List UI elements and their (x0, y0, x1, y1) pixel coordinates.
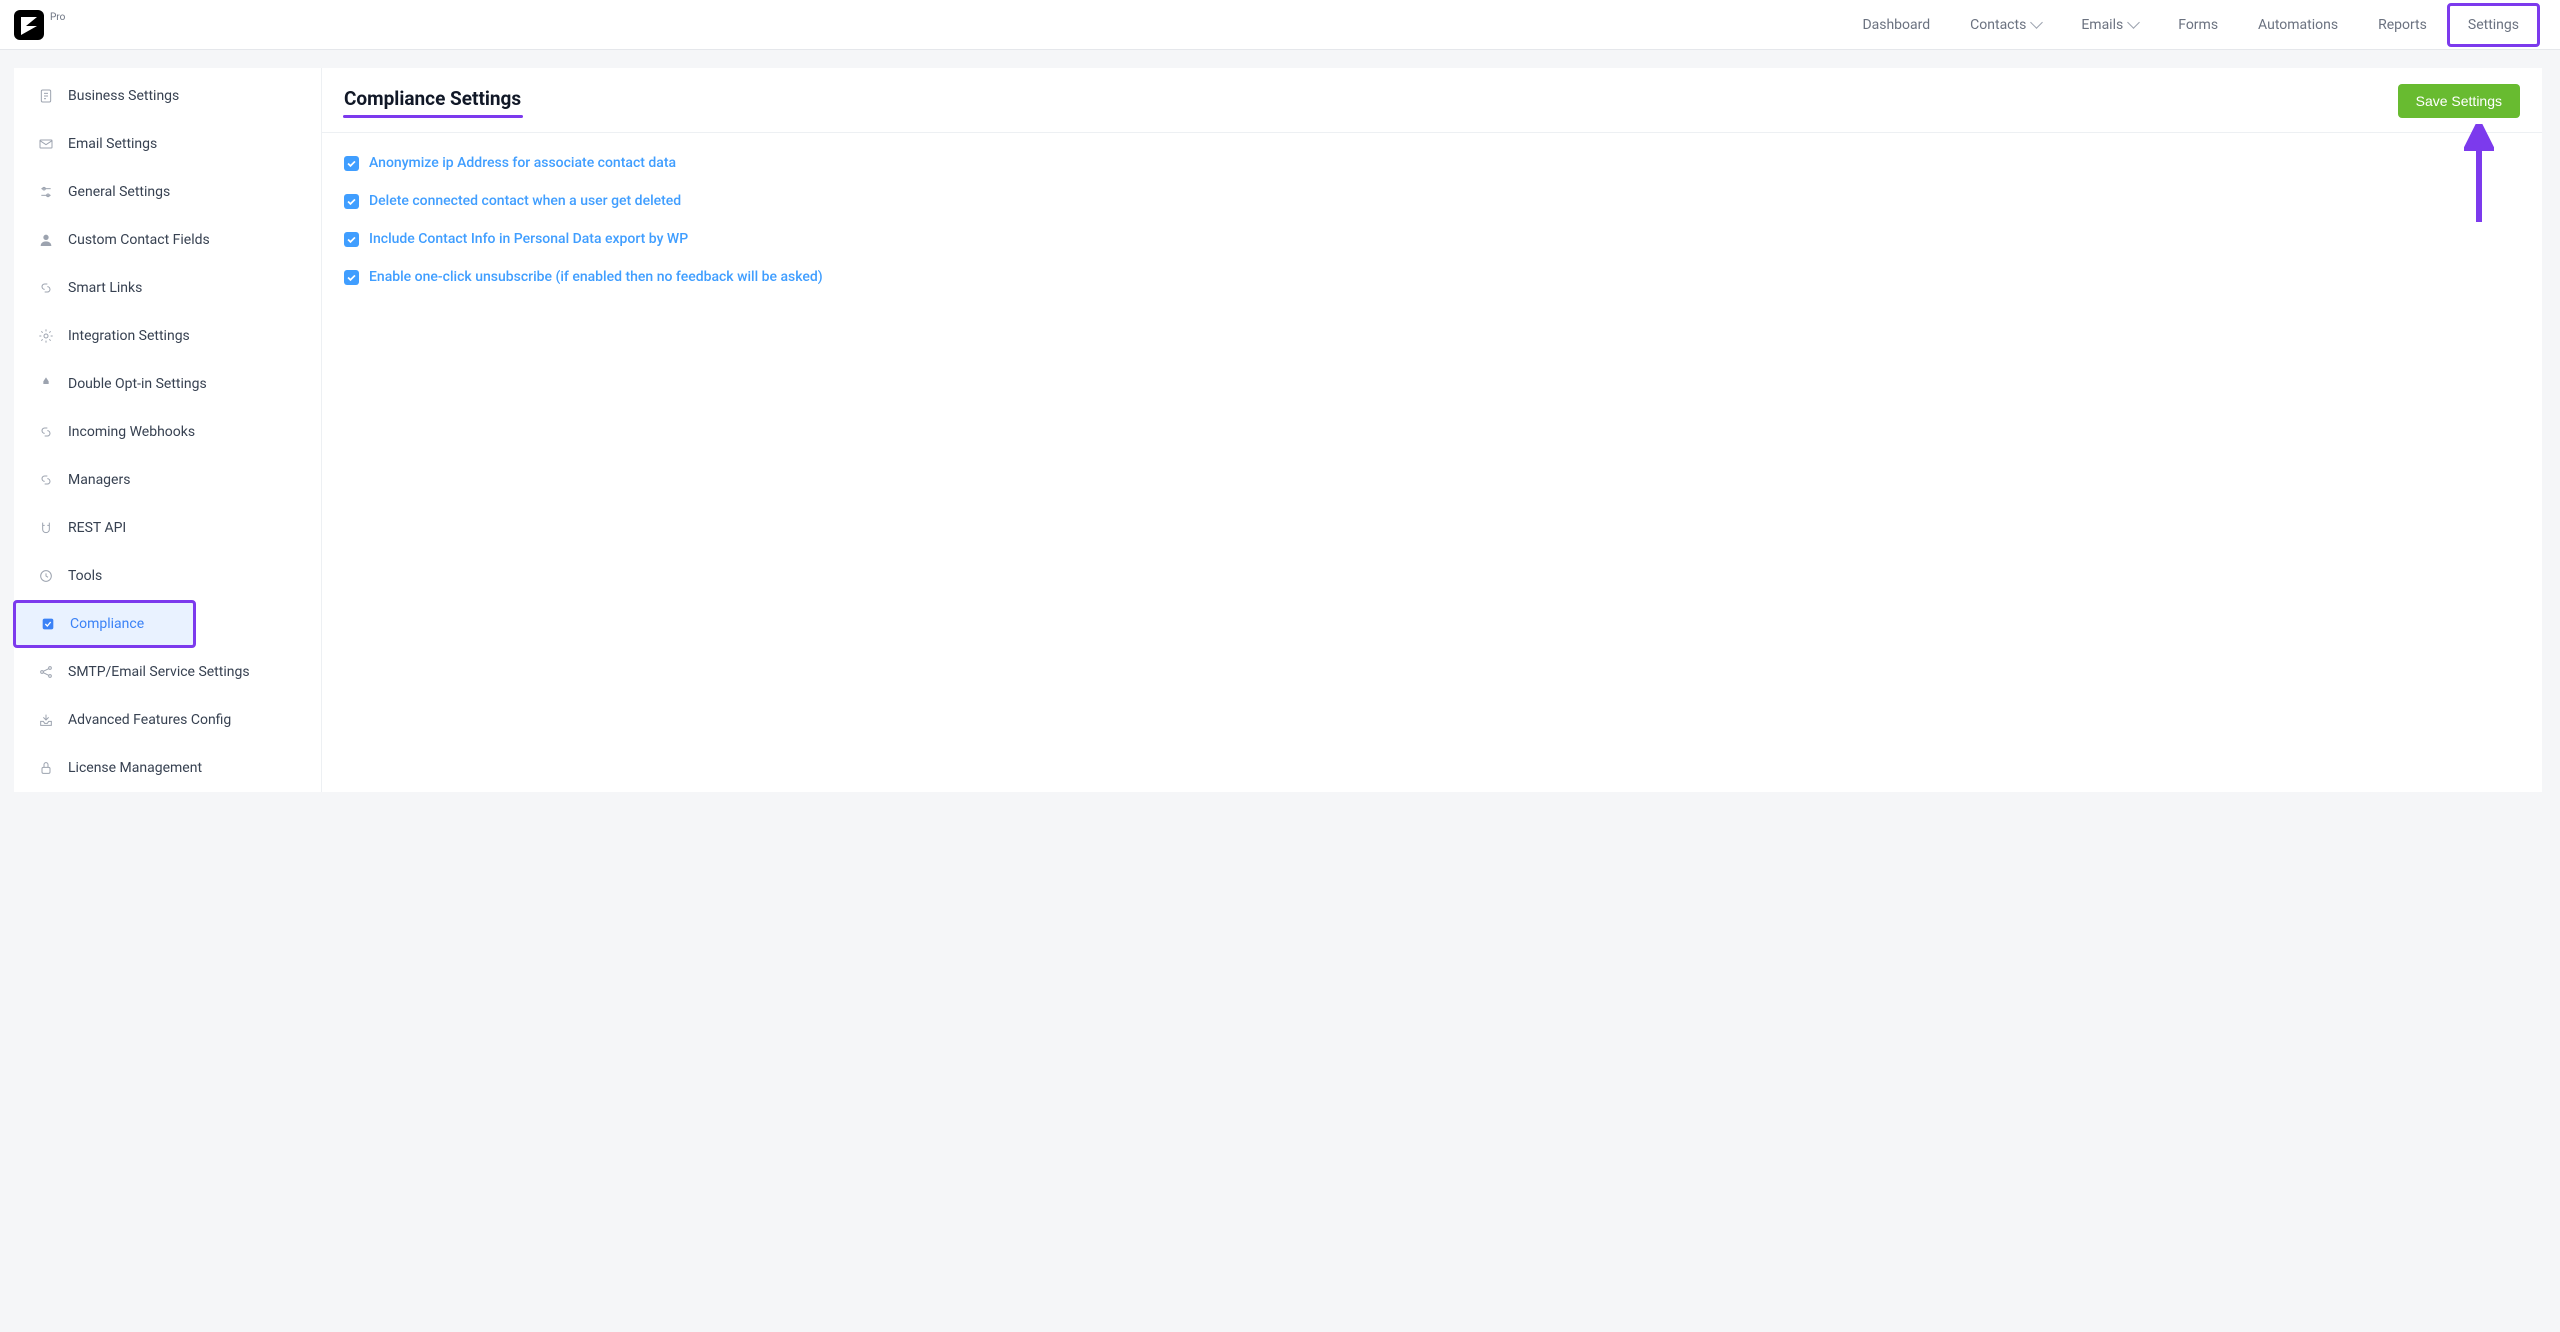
sidebar-item-general[interactable]: General Settings (14, 168, 321, 216)
sidebar-item-smart-links[interactable]: Smart Links (14, 264, 321, 312)
nav-emails[interactable]: Emails (2061, 0, 2158, 50)
save-settings-button[interactable]: Save Settings (2398, 84, 2520, 118)
sidebar-item-advanced[interactable]: Advanced Features Config (14, 696, 321, 744)
sidebar-item-double-optin[interactable]: Double Opt-in Settings (14, 360, 321, 408)
sidebar-item-label: Smart Links (68, 280, 142, 296)
user-icon (38, 232, 54, 248)
sidebar-item-incoming-webhooks[interactable]: Incoming Webhooks (14, 408, 321, 456)
app-logo-icon (14, 10, 44, 40)
inbox-icon (38, 712, 54, 728)
option-include-export[interactable]: Include Contact Info in Personal Data ex… (344, 231, 2520, 247)
checkbox-checked-icon[interactable] (344, 194, 359, 209)
sidebar-item-label: Managers (68, 472, 130, 488)
sidebar-item-label: Double Opt-in Settings (68, 376, 207, 392)
link-icon (38, 424, 54, 440)
sidebar-item-label: Advanced Features Config (68, 712, 231, 728)
sidebar-item-label: Integration Settings (68, 328, 190, 344)
option-label: Delete connected contact when a user get… (369, 193, 681, 209)
nav-reports[interactable]: Reports (2358, 0, 2447, 50)
option-delete-contact[interactable]: Delete connected contact when a user get… (344, 193, 2520, 209)
sidebar-item-label: Tools (68, 568, 102, 584)
content-header: Compliance Settings Save Settings (322, 68, 2542, 133)
top-nav: Dashboard Contacts Emails Forms Automati… (1842, 0, 2540, 50)
sidebar-item-label: Custom Contact Fields (68, 232, 210, 248)
chevron-down-icon (2030, 16, 2043, 29)
clock-icon (38, 568, 54, 584)
sidebar-item-label: License Management (68, 760, 202, 776)
option-label: Include Contact Info in Personal Data ex… (369, 231, 688, 247)
mail-icon (38, 136, 54, 152)
option-anonymize-ip[interactable]: Anonymize ip Address for associate conta… (344, 155, 2520, 171)
nav-automations[interactable]: Automations (2238, 0, 2358, 50)
sidebar-item-custom-fields[interactable]: Custom Contact Fields (14, 216, 321, 264)
pin-icon (38, 376, 54, 392)
page-title: Compliance Settings (344, 87, 521, 110)
gear-icon (38, 328, 54, 344)
checkbox-checked-icon[interactable] (344, 232, 359, 247)
sidebar-item-smtp[interactable]: SMTP/Email Service Settings (14, 648, 321, 696)
sidebar-item-label: General Settings (68, 184, 170, 200)
sidebar: Business Settings Email Settings General… (14, 68, 322, 792)
check-square-icon (40, 616, 56, 632)
sliders-icon (38, 184, 54, 200)
lock-icon (38, 760, 54, 776)
sidebar-item-tools[interactable]: Tools (14, 552, 321, 600)
options-list: Anonymize ip Address for associate conta… (322, 133, 2542, 329)
link-icon (38, 280, 54, 296)
share-icon (38, 664, 54, 680)
content: Compliance Settings Save Settings Anonym… (322, 68, 2542, 792)
top-bar: Pro Dashboard Contacts Emails Forms Auto… (0, 0, 2560, 50)
option-label: Anonymize ip Address for associate conta… (369, 155, 676, 171)
nav-contacts[interactable]: Contacts (1950, 0, 2061, 50)
sidebar-item-integration[interactable]: Integration Settings (14, 312, 321, 360)
sidebar-item-label: SMTP/Email Service Settings (68, 664, 250, 680)
sidebar-item-label: Business Settings (68, 88, 179, 104)
chevron-down-icon (2127, 16, 2140, 29)
nav-settings[interactable]: Settings (2447, 3, 2540, 47)
sidebar-item-label: REST API (68, 520, 126, 536)
page-title-wrap: Compliance Settings (344, 87, 521, 116)
sidebar-item-email[interactable]: Email Settings (14, 120, 321, 168)
sidebar-item-license[interactable]: License Management (14, 744, 321, 792)
sidebar-item-rest-api[interactable]: REST API (14, 504, 321, 552)
sidebar-item-managers[interactable]: Managers (14, 456, 321, 504)
document-icon (38, 88, 54, 104)
nav-forms[interactable]: Forms (2158, 0, 2238, 50)
sidebar-item-label: Incoming Webhooks (68, 424, 195, 440)
page-wrap: Business Settings Email Settings General… (0, 50, 2560, 792)
sidebar-item-business[interactable]: Business Settings (14, 72, 321, 120)
sidebar-item-label: Compliance (70, 616, 144, 632)
checkbox-checked-icon[interactable] (344, 270, 359, 285)
pro-badge: Pro (50, 12, 65, 23)
title-underline-annotation (343, 115, 523, 118)
option-one-click-unsub[interactable]: Enable one-click unsubscribe (if enabled… (344, 269, 2520, 285)
magnet-icon (38, 520, 54, 536)
link-icon (38, 472, 54, 488)
nav-dashboard[interactable]: Dashboard (1842, 0, 1950, 50)
option-label: Enable one-click unsubscribe (if enabled… (369, 269, 823, 285)
sidebar-item-label: Email Settings (68, 136, 157, 152)
checkbox-checked-icon[interactable] (344, 156, 359, 171)
brand: Pro (14, 10, 65, 40)
sidebar-item-compliance[interactable]: Compliance (13, 600, 196, 648)
arrow-annotation (2464, 124, 2494, 222)
